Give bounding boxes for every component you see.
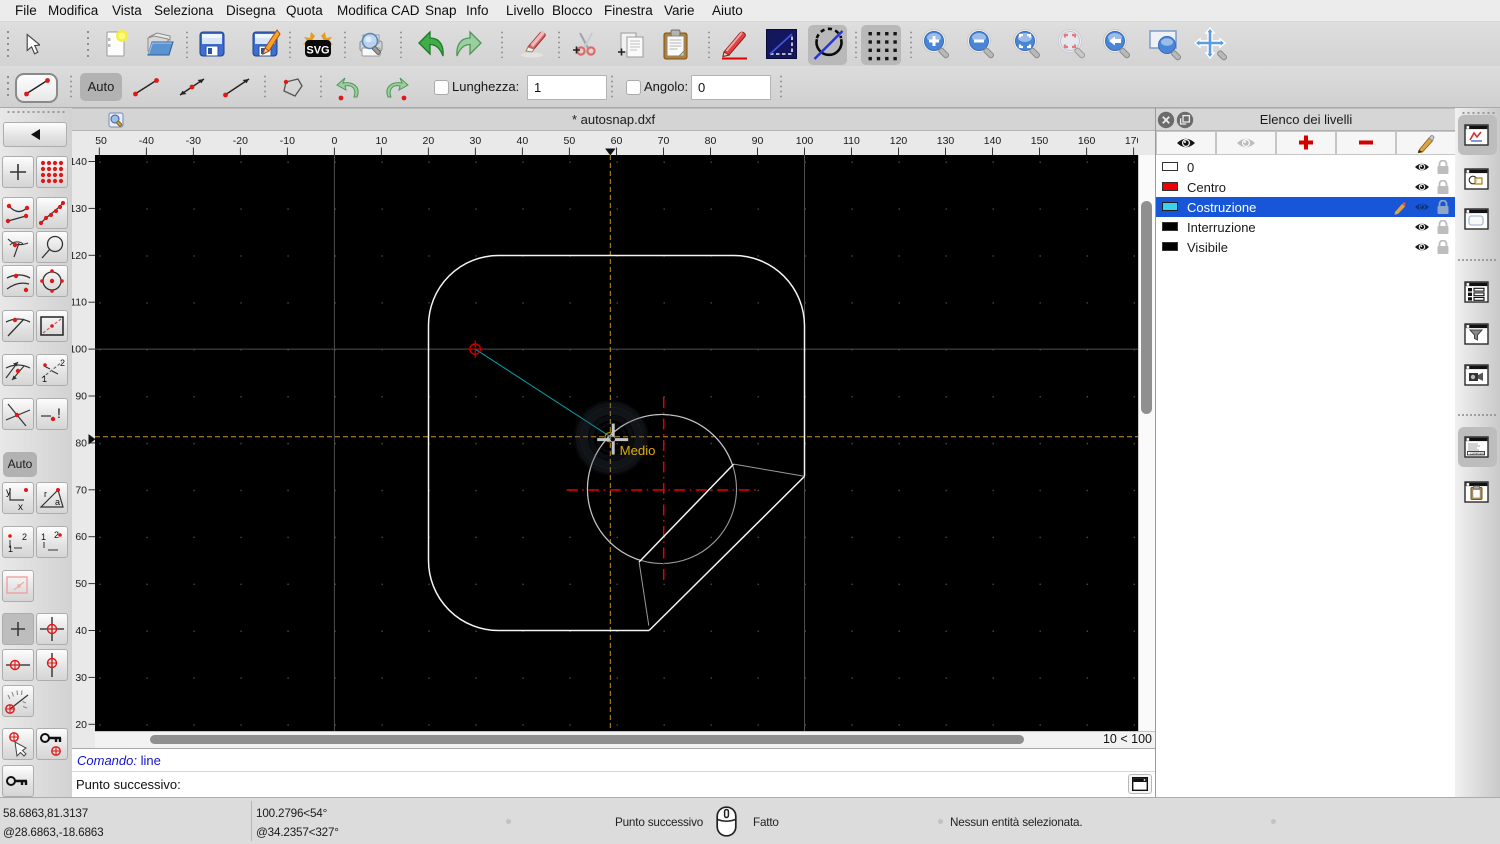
svg-text:90: 90 (75, 391, 87, 403)
svg-text:50: 50 (564, 135, 576, 147)
svg-text:-30: -30 (186, 135, 201, 147)
svg-text:80: 80 (75, 437, 87, 449)
svg-text:110: 110 (72, 297, 87, 309)
svg-text:10: 10 (376, 135, 388, 147)
svg-text:-50: -50 (95, 135, 107, 147)
svg-text:40: 40 (517, 135, 529, 147)
svg-text:-10: -10 (280, 135, 295, 147)
svg-text:!: ! (57, 405, 61, 421)
svg-text:20: 20 (75, 719, 87, 731)
svg-text:1: 1 (42, 374, 47, 384)
svg-text:50: 50 (75, 578, 87, 590)
svg-text:1: 1 (41, 532, 46, 542)
svg-text:2: 2 (60, 358, 65, 368)
svg-text:0: 0 (331, 135, 337, 147)
svg-text:SVG: SVG (306, 45, 329, 57)
svg-text:90: 90 (752, 135, 764, 147)
svg-text:command: command (1470, 452, 1485, 456)
svg-text:2: 2 (54, 530, 59, 540)
svg-text:150: 150 (1031, 135, 1049, 147)
svg-text:100: 100 (72, 344, 87, 356)
svg-text:140: 140 (984, 135, 1002, 147)
svg-text:Medio: Medio (620, 443, 656, 458)
svg-text:30: 30 (75, 672, 87, 684)
svg-text:20: 20 (423, 135, 435, 147)
svg-text:x: x (18, 502, 23, 513)
svg-text:-20: -20 (233, 135, 248, 147)
svg-text:40: 40 (75, 625, 87, 637)
svg-text:140: 140 (72, 156, 87, 168)
svg-text:r: r (44, 489, 47, 499)
svg-text:70: 70 (75, 484, 87, 496)
svg-text:2: 2 (22, 532, 27, 542)
svg-text:170: 170 (1125, 135, 1138, 147)
svg-text:120: 120 (890, 135, 908, 147)
svg-text:110: 110 (843, 135, 860, 147)
svg-text:1: 1 (8, 544, 13, 554)
svg-text:30: 30 (470, 135, 482, 147)
svg-text:120: 120 (72, 250, 87, 262)
svg-text:80: 80 (705, 135, 717, 147)
svg-text:160: 160 (1078, 135, 1096, 147)
svg-text:a: a (55, 497, 60, 507)
svg-text:130: 130 (72, 203, 87, 215)
svg-text:-40: -40 (139, 135, 154, 147)
svg-text:130: 130 (937, 135, 955, 147)
svg-text:70: 70 (658, 135, 670, 147)
svg-text:60: 60 (75, 531, 87, 543)
svg-text:100: 100 (796, 135, 814, 147)
svg-text:60: 60 (611, 135, 623, 147)
